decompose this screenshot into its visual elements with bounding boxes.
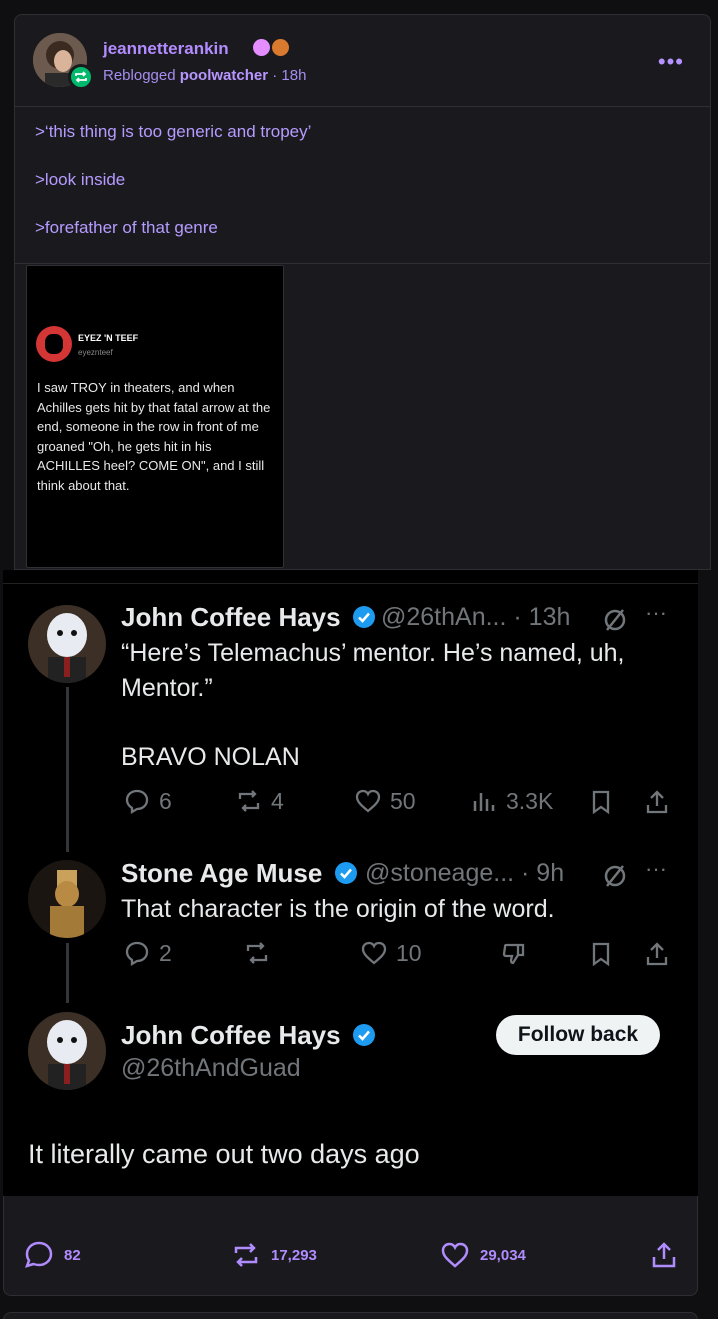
like-button[interactable]: 10 (360, 939, 422, 967)
post-time: · 18h (272, 67, 307, 84)
reply-button[interactable]: 6 (123, 787, 172, 815)
tweet-text: That character is the origin of the word… (121, 895, 555, 923)
share-icon[interactable] (643, 940, 671, 968)
tweet-meta: @26thAn... · 13h (381, 603, 571, 631)
post-header: jeannetterankin Reblogged poolwatcher · … (15, 15, 710, 107)
post-username[interactable]: jeannetterankin (103, 39, 229, 59)
heart-icon (441, 1242, 469, 1268)
grok-icon[interactable] (601, 862, 629, 890)
reblogs-button[interactable]: 17,293 (231, 1240, 317, 1270)
more-icon[interactable]: ··· (645, 856, 667, 882)
repost-button[interactable] (243, 939, 271, 967)
post-card: jeannetterankin Reblogged poolwatcher · … (14, 14, 711, 570)
reply-icon (125, 941, 149, 967)
repost-button[interactable]: 4 (235, 787, 284, 815)
share-button[interactable] (649, 1240, 679, 1270)
follow-back-button[interactable]: Follow back (496, 1015, 660, 1055)
reblog-info: Reblogged poolwatcher · 18h (103, 67, 306, 84)
user-badges (253, 39, 289, 56)
tweet-author: Stone Age Muse (121, 858, 358, 889)
post-line: >‘this thing is too generic and tropey’ (35, 122, 312, 141)
thread-line (66, 943, 69, 1003)
likes-button[interactable]: 29,034 (440, 1240, 526, 1270)
avatar (28, 860, 106, 938)
tweet-handle: @26thAndGuad (121, 1054, 301, 1082)
tweet-text: “Here’s Telemachus’ mentor. He’s named, … (121, 639, 625, 702)
comments-button[interactable]: 82 (24, 1240, 81, 1270)
dislike-icon[interactable] (500, 940, 528, 968)
reblog-badge-icon (68, 64, 94, 90)
reblog-source-link[interactable]: poolwatcher (180, 67, 268, 84)
verified-badge-icon (352, 1024, 375, 1046)
post-line: >look inside (35, 170, 126, 189)
views-icon (473, 793, 495, 811)
badge-icon (253, 39, 270, 56)
embedded-tweet-handle: eyeznteef (78, 348, 113, 357)
next-post-card (3, 1312, 698, 1319)
thread-line (66, 687, 69, 852)
tweet-author: John Coffee Hays (121, 602, 376, 633)
divider (15, 263, 710, 264)
post-footer: 82 17,293 29,034 (3, 1196, 698, 1296)
embedded-tweet-text: I saw TROY in theaters, and when Achille… (37, 380, 271, 493)
share-icon[interactable] (643, 788, 671, 816)
like-button[interactable]: 50 (354, 787, 416, 815)
tweet-text: BRAVO NOLAN (121, 743, 300, 771)
reply-button[interactable]: 2 (123, 939, 172, 967)
more-options-icon[interactable]: ••• (658, 49, 684, 75)
views-button[interactable]: 3.3K (470, 787, 553, 815)
embedded-tweet-name: EYEZ 'N TEEF (78, 333, 139, 343)
comment-icon (24, 1241, 53, 1268)
twitter-screenshot: John Coffee Hays @26thAn... · 13h ··· “H… (3, 570, 698, 1196)
verified-badge-icon (352, 606, 375, 628)
verified-badge-icon (334, 862, 357, 884)
embedded-tweet-image[interactable]: EYEZ 'N TEEF eyeznteef I saw TROY in the… (26, 265, 284, 568)
reply-icon (125, 789, 149, 815)
post-line: >forefather of that genre (35, 218, 218, 237)
tweet-text: It literally came out two days ago (28, 1139, 420, 1169)
bookmark-icon[interactable] (587, 940, 615, 968)
grok-icon[interactable] (601, 606, 629, 634)
share-icon (652, 1242, 676, 1268)
avatar (28, 1012, 106, 1090)
avatar (28, 605, 106, 683)
heart-icon (361, 941, 387, 965)
repost-icon (246, 942, 268, 964)
tweet-meta: @stoneage... · 9h (365, 859, 565, 887)
reblog-label: Reblogged (103, 67, 176, 84)
avatar (36, 326, 72, 362)
bookmark-icon[interactable] (587, 788, 615, 816)
heart-icon (355, 789, 381, 813)
tweet-author: John Coffee Hays (121, 1020, 376, 1051)
repost-icon (238, 790, 260, 812)
more-icon[interactable]: ··· (645, 600, 667, 626)
reblog-icon (234, 1243, 258, 1267)
badge-icon (272, 39, 289, 56)
